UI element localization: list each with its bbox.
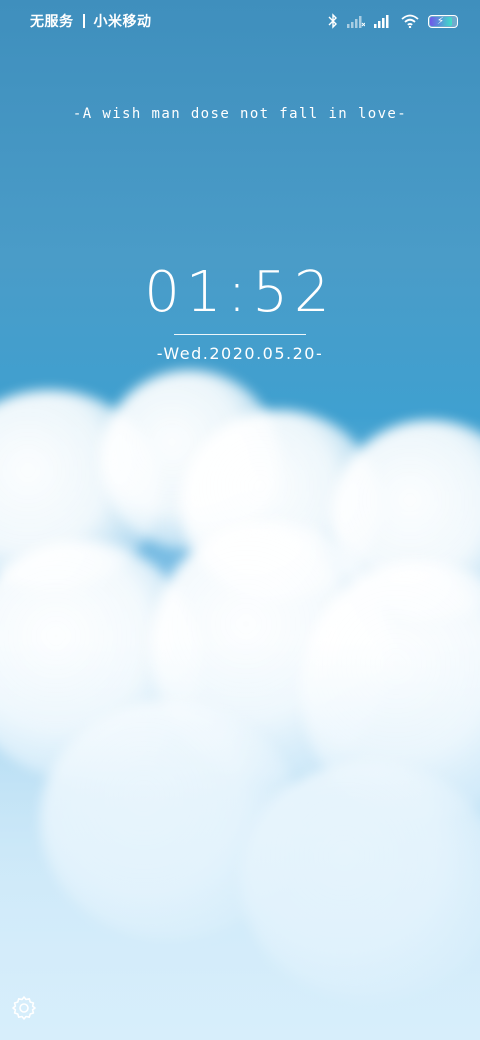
wifi-icon — [401, 14, 419, 28]
carrier-separator — [82, 14, 85, 28]
signal-icon — [374, 14, 392, 28]
carrier-1: 无服务 — [30, 14, 74, 30]
battery-charging-icon: ⚡ — [428, 14, 458, 28]
clock-date: -Wed.2020.05.20- — [156, 344, 324, 363]
clock-divider — [174, 334, 306, 335]
lock-screen-slogan: -A wish man dose not fall in love- — [72, 106, 408, 122]
charging-bolt-icon: ⚡ — [437, 15, 445, 27]
gear-icon[interactable] — [10, 994, 38, 1022]
carrier-info: 无服务 小米移动 — [30, 11, 152, 31]
status-bar: 无服务 小米移动 ⚡ — [0, 0, 480, 42]
carrier-2: 小米移动 — [93, 14, 152, 30]
wallpaper — [0, 0, 480, 1040]
status-icons: ⚡ — [328, 13, 458, 29]
clock-time: 01:52 — [144, 260, 336, 325]
signal-weak-icon — [347, 14, 365, 28]
bluetooth-icon — [328, 13, 338, 29]
haze — [0, 640, 480, 1040]
